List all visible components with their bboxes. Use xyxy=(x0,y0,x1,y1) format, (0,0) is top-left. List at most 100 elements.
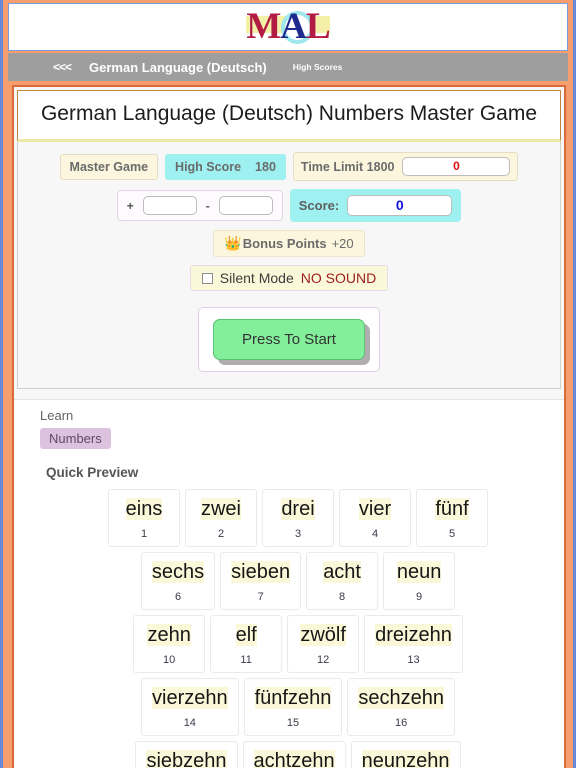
nav-language-title[interactable]: German Language (Deutsch) xyxy=(89,60,267,75)
word-card-term: sechs xyxy=(151,561,205,584)
quick-preview-heading: Quick Preview xyxy=(46,465,139,481)
word-card-term: drei xyxy=(281,498,315,521)
silent-mode-label: Silent Mode xyxy=(219,270,294,287)
word-card[interactable]: drei 3 xyxy=(262,489,334,548)
crown-icon: 👑 xyxy=(224,235,242,252)
bonus-label: Bonus Points xyxy=(242,236,327,252)
word-card-row: siebzehn17achtzehn18neunzehn19 xyxy=(40,741,556,768)
silent-mode-row: Silent Mode NO SOUND xyxy=(18,265,560,292)
high-score-value: 180 xyxy=(255,159,276,174)
word-card-number: 13 xyxy=(407,654,420,667)
high-scores-link[interactable]: High Scores xyxy=(293,62,343,72)
word-card-number: 12 xyxy=(317,654,330,667)
site-logo-bar: MAL xyxy=(8,3,568,51)
word-card-term: zehn xyxy=(147,624,191,647)
word-card-number: 11 xyxy=(240,654,252,667)
logo-letter-m: M xyxy=(246,6,281,47)
word-card[interactable]: zehn 10 xyxy=(133,615,206,674)
word-card-number: 14 xyxy=(183,717,196,730)
word-card-term: zwei xyxy=(200,498,241,521)
numbers-category-tag[interactable]: Numbers xyxy=(40,428,111,450)
game-control-panel: Master Game High Score 180 Time Limit 180… xyxy=(17,142,561,390)
word-card[interactable]: vierzehn 14 xyxy=(141,678,239,737)
word-card-term: neunzehn xyxy=(361,750,450,768)
word-card-number: 5 xyxy=(448,528,456,541)
start-row: Press To Start xyxy=(18,299,560,373)
word-card[interactable]: eins 1 xyxy=(108,489,180,548)
high-score-chip: High Score 180 xyxy=(165,153,286,180)
no-sound-label: NO SOUND xyxy=(300,270,377,287)
word-card-term: fünf xyxy=(435,498,469,521)
word-card-term: zwölf xyxy=(300,624,346,647)
operand-b-input[interactable] xyxy=(218,196,273,216)
navigation-bar: <<< German Language (Deutsch) High Score… xyxy=(8,53,568,81)
master-game-chip: Master Game xyxy=(59,153,159,180)
word-card-term: sieben xyxy=(231,561,291,584)
status-row-primary: Master Game High Score 180 Time Limit 180… xyxy=(18,152,560,182)
bonus-row: 👑 Bonus Points +20 xyxy=(18,230,560,258)
word-card-term: eins xyxy=(125,498,163,521)
word-card[interactable]: neun 9 xyxy=(383,552,456,611)
word-card[interactable]: vier 4 xyxy=(339,489,411,548)
word-card[interactable]: acht 8 xyxy=(306,552,379,611)
word-card[interactable]: sechs 6 xyxy=(140,552,216,611)
page-title: German Language (Deutsch) Numbers Master… xyxy=(40,102,538,125)
word-card-number: 8 xyxy=(339,591,346,604)
word-card[interactable]: sechzehn 16 xyxy=(347,678,455,737)
word-card[interactable]: fünfzehn 15 xyxy=(243,678,343,737)
word-card-number: 3 xyxy=(294,528,302,541)
word-card-number: 4 xyxy=(371,528,379,541)
plus-operator: + xyxy=(126,198,134,213)
word-card-number: 16 xyxy=(395,717,408,730)
page-frame: MAL <<< German Language (Deutsch) High S… xyxy=(0,0,576,768)
word-card[interactable]: elf 11 xyxy=(210,615,283,674)
word-card-term: acht xyxy=(323,561,361,584)
word-card[interactable]: dreizehn 13 xyxy=(364,615,463,674)
word-card-term: elf xyxy=(235,624,257,647)
word-card-term: sechzehn xyxy=(358,687,444,710)
word-card-term: fünfzehn xyxy=(254,687,332,710)
operand-a-input[interactable] xyxy=(142,196,197,216)
silent-mode-checkbox[interactable] xyxy=(201,272,213,284)
word-card-row: vierzehn 14 fünfzehn 15 sechzehn 16 xyxy=(40,678,556,737)
word-card-number: 7 xyxy=(257,591,264,604)
status-row-secondary: + - Score: 0 xyxy=(18,189,560,223)
word-card-number: 15 xyxy=(286,717,300,730)
logo-letter-a: A xyxy=(280,6,307,47)
bonus-points-badge: 👑 Bonus Points +20 xyxy=(213,230,365,258)
timer-display[interactable]: 0 xyxy=(402,157,511,177)
press-to-start-button[interactable]: Press To Start xyxy=(213,319,365,361)
time-limit-label: Time Limit 1800 xyxy=(300,159,395,174)
word-card-number: 2 xyxy=(217,528,225,541)
minus-operator: - xyxy=(205,198,210,213)
score-value[interactable]: 0 xyxy=(347,195,453,217)
word-card[interactable]: siebzehn17 xyxy=(135,741,238,768)
word-card[interactable]: zwei 2 xyxy=(185,489,257,548)
logo-letter-l: L xyxy=(305,6,331,47)
word-card-term: vier xyxy=(358,498,392,521)
learn-heading: Learn xyxy=(40,408,74,424)
silent-mode-toggle[interactable]: Silent Mode NO SOUND xyxy=(189,265,389,292)
word-card-term: vierzehn xyxy=(152,687,228,710)
word-card-term: dreizehn xyxy=(375,624,452,647)
word-card[interactable]: fünf 5 xyxy=(416,489,488,548)
word-card-row: sechs 6 sieben 7 acht 8 neun 9 xyxy=(40,552,556,611)
word-card[interactable]: sieben 7 xyxy=(220,552,302,611)
back-link[interactable]: <<< xyxy=(53,60,72,74)
word-card-term: achtzehn xyxy=(253,750,335,768)
word-card-number: 10 xyxy=(163,654,176,667)
high-score-label: High Score xyxy=(175,159,242,174)
word-card[interactable]: zwölf 12 xyxy=(287,615,360,674)
word-card-number: 1 xyxy=(140,528,148,541)
time-limit-box: Time Limit 1800 0 xyxy=(292,152,519,182)
score-label: Score: xyxy=(298,198,340,214)
learn-section: Learn Numbers Quick Preview eins 1 zwei 2 dr… xyxy=(14,399,564,768)
bonus-value: +20 xyxy=(331,236,354,252)
word-card[interactable]: achtzehn18 xyxy=(242,741,346,768)
equation-box: + - xyxy=(116,190,283,222)
start-button-container: Press To Start xyxy=(198,307,380,373)
word-card[interactable]: neunzehn19 xyxy=(350,741,461,768)
word-card-row: eins 1 zwei 2 drei 3 vier 4 fünf 5 xyxy=(40,489,556,548)
word-card-term: neun xyxy=(396,561,442,584)
mal-logo[interactable]: MAL xyxy=(246,6,331,47)
